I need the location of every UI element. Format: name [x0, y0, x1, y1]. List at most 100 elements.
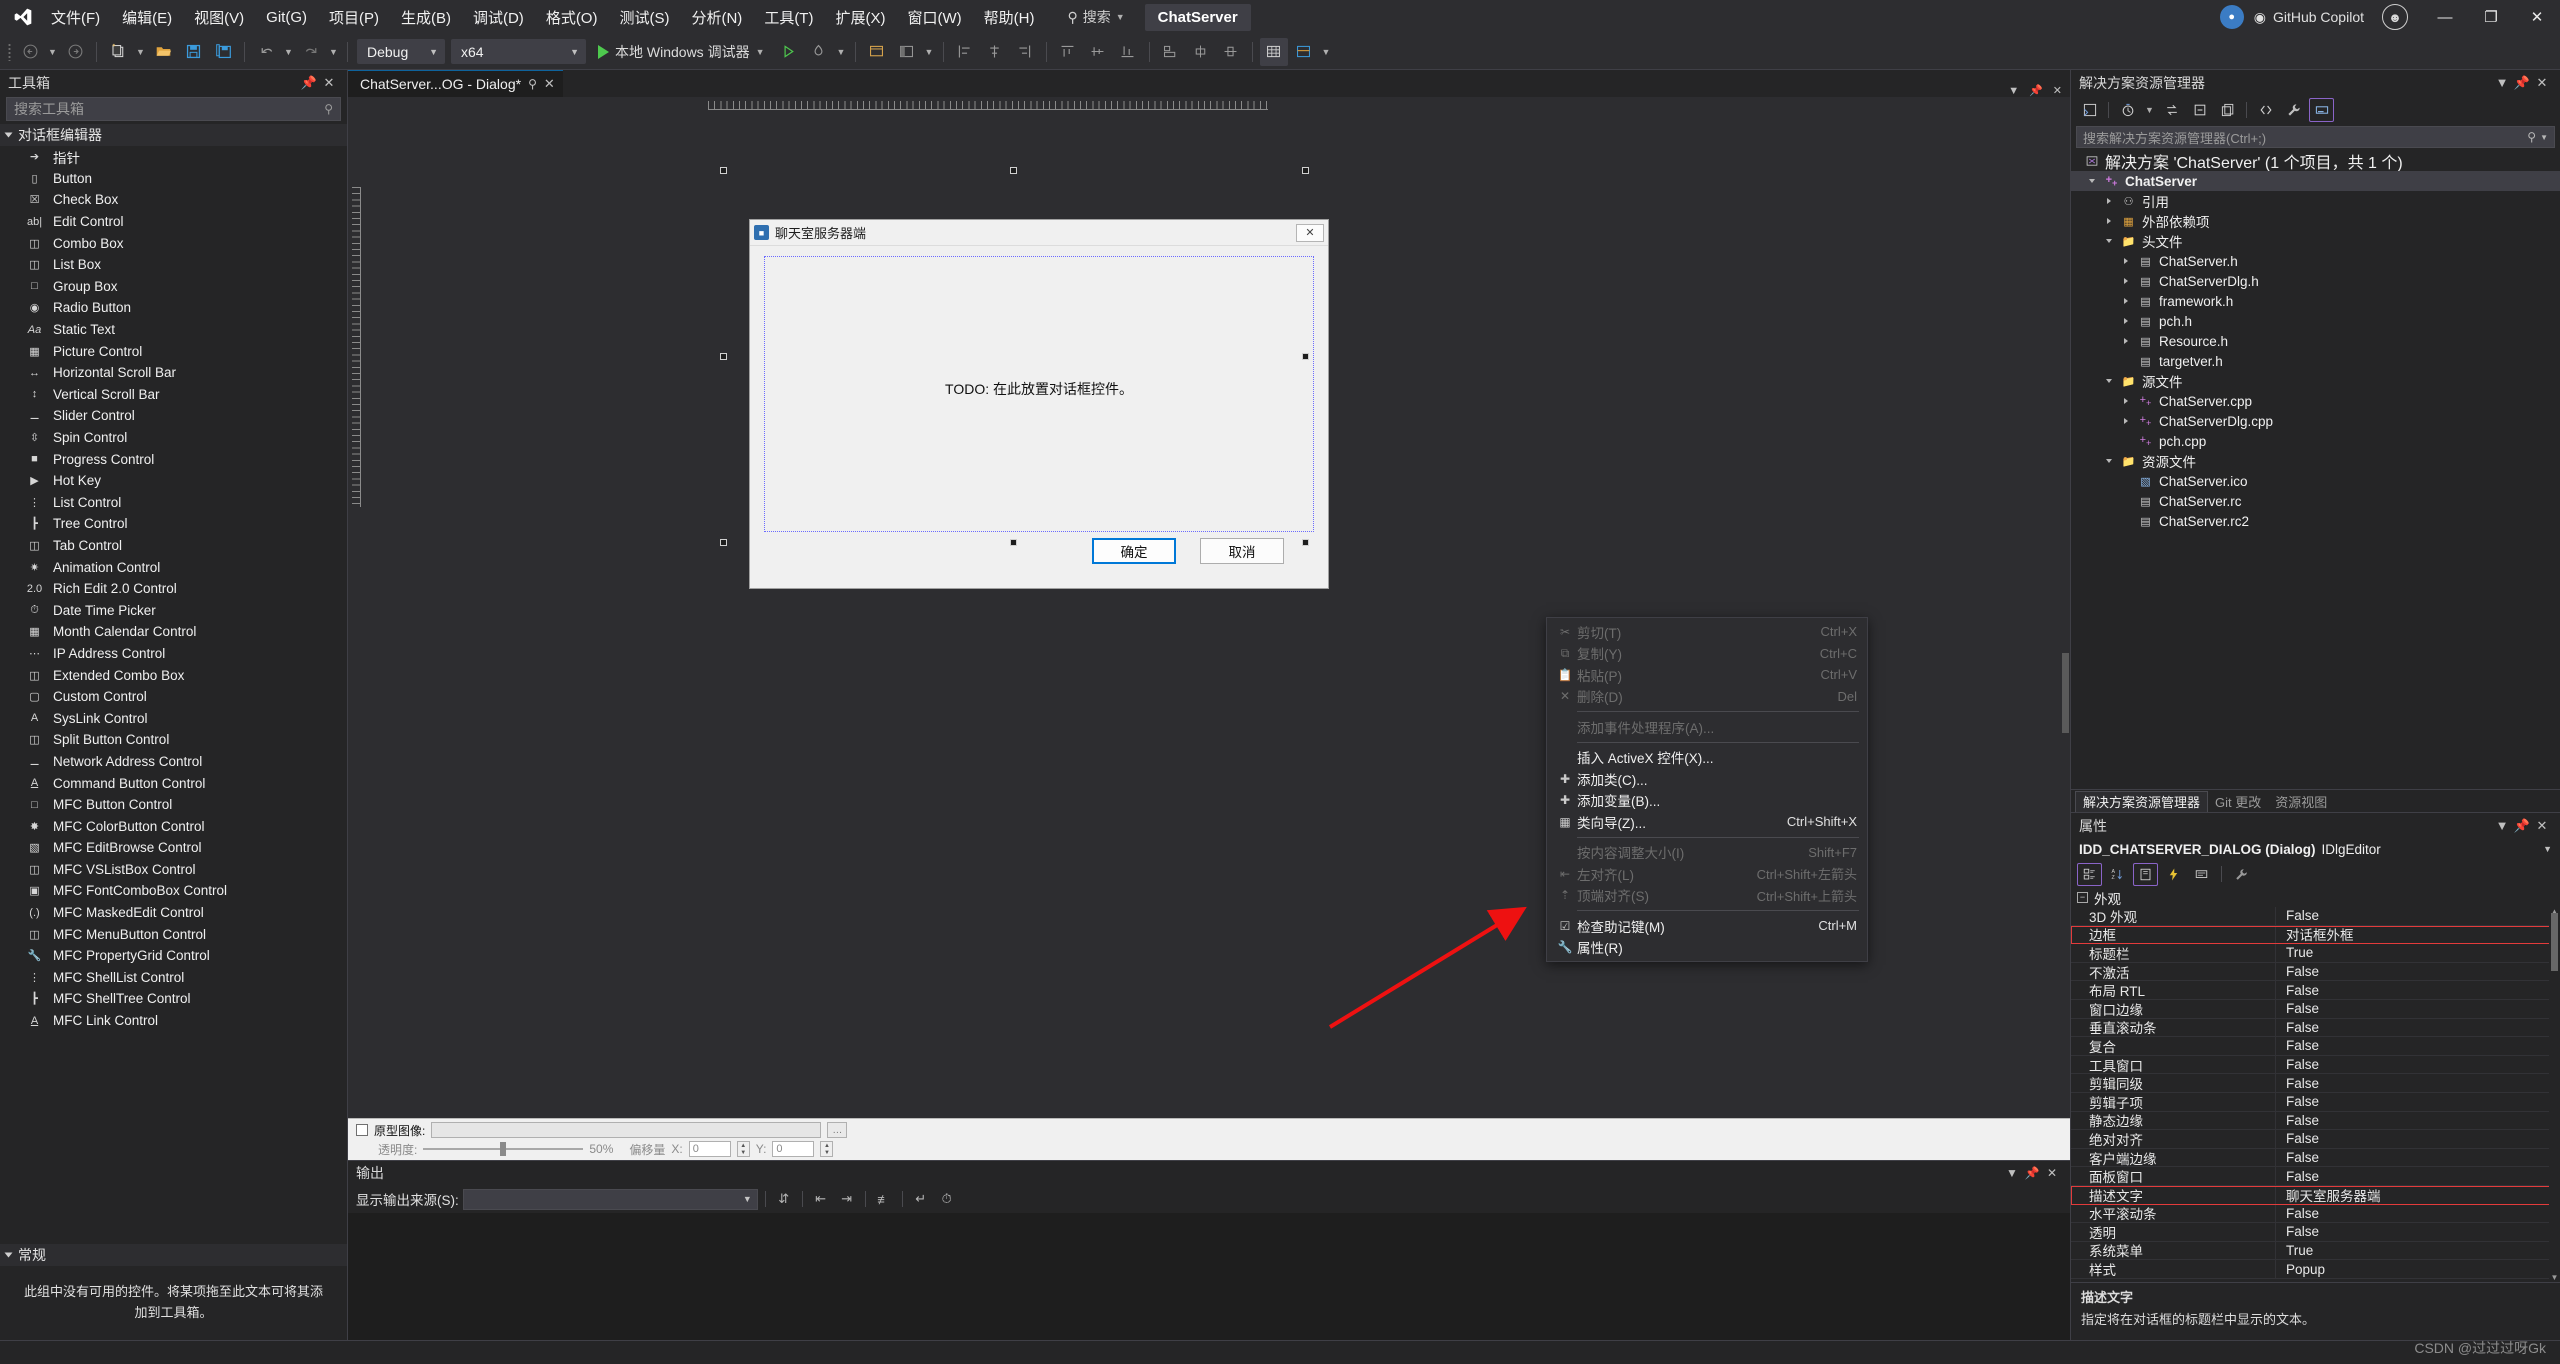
- maximize-button[interactable]: ❐: [2468, 0, 2514, 34]
- properties-object-selector[interactable]: IDD_CHATSERVER_DIALOG (Dialog) IDlgEdito…: [2071, 838, 2560, 860]
- outdent-icon[interactable]: ⇤: [810, 1188, 832, 1210]
- property-value[interactable]: False: [2276, 983, 2560, 998]
- property-value[interactable]: False: [2276, 1131, 2560, 1146]
- property-value[interactable]: False: [2276, 1094, 2560, 1109]
- resize-handle-e[interactable]: [1302, 353, 1309, 360]
- property-value[interactable]: False: [2276, 1150, 2560, 1165]
- mfc-dialog-close-button[interactable]: ✕: [1296, 223, 1324, 242]
- property-row[interactable]: 不激活 False: [2071, 961, 2560, 982]
- chevron-down-icon[interactable]: ▼: [2492, 73, 2512, 93]
- new-project-chevron-icon[interactable]: ▼: [134, 39, 147, 65]
- chevron-down-icon[interactable]: ▼: [2492, 816, 2512, 836]
- solution-tree-item[interactable]: ▤ pch.h: [2071, 311, 2560, 331]
- toolbox-item[interactable]: ☒ Check Box: [0, 189, 347, 211]
- show-all-files-icon[interactable]: [2215, 98, 2240, 122]
- property-row[interactable]: 系统菜单 True: [2071, 1240, 2560, 1261]
- solution-explorer-search-input[interactable]: 搜索解决方案资源管理器(Ctrl+;) ⚲ ▼: [2076, 126, 2555, 148]
- close-icon[interactable]: ✕: [544, 76, 555, 92]
- context-menu-item[interactable]: ✚ 添加变量(B)...: [1547, 790, 1867, 812]
- toolbox-item[interactable]: A SysLink Control: [0, 707, 347, 729]
- toolbox-item[interactable]: ┣ Tree Control: [0, 513, 347, 535]
- dock-tab[interactable]: 资源视图: [2268, 791, 2334, 812]
- sync-with-active-document-icon[interactable]: [2159, 98, 2184, 122]
- property-value[interactable]: False: [2276, 1206, 2560, 1221]
- solution-tree-item[interactable]: ▤ ChatServerDlg.h: [2071, 271, 2560, 291]
- tabstrip-close-icon[interactable]: ✕: [2053, 84, 2062, 97]
- context-menu-item[interactable]: ▦ 类向导(Z)... Ctrl+Shift+X: [1547, 811, 1867, 833]
- properties-category-appearance[interactable]: − 外观: [2071, 888, 2560, 907]
- toolbox-item[interactable]: ▦ Month Calendar Control: [0, 621, 347, 643]
- menu-help[interactable]: 帮助(H): [973, 2, 1046, 33]
- property-value[interactable]: False: [2276, 1113, 2560, 1128]
- align-middles-icon[interactable]: [1084, 38, 1112, 66]
- offset-y-spinner[interactable]: ▲ ▼: [820, 1141, 834, 1157]
- select-window-icon[interactable]: [863, 38, 891, 66]
- align-centers-icon[interactable]: [981, 38, 1009, 66]
- close-icon[interactable]: ✕: [2532, 73, 2552, 93]
- toolbox-item[interactable]: ↔ Horizontal Scroll Bar: [0, 362, 347, 384]
- close-icon[interactable]: ✕: [2532, 816, 2552, 836]
- solution-platform-dropdown[interactable]: x64 ▼: [451, 39, 586, 64]
- toolbox-item[interactable]: A MFC Link Control: [0, 1010, 347, 1032]
- chevron-expand-icon[interactable]: [2119, 258, 2132, 264]
- pending-changes-chevron-icon[interactable]: ▼: [2143, 97, 2156, 123]
- toolbox-item[interactable]: ↕ Vertical Scroll Bar: [0, 384, 347, 406]
- menu-edit[interactable]: 编辑(E): [111, 2, 183, 33]
- property-row[interactable]: 面板窗口 False: [2071, 1166, 2560, 1187]
- undo-icon[interactable]: [252, 38, 280, 66]
- mfc-ok-button[interactable]: 确定: [1092, 538, 1176, 564]
- context-menu-item[interactable]: 插入 ActiveX 控件(X)...: [1547, 747, 1867, 769]
- toolbox-item[interactable]: A Command Button Control: [0, 772, 347, 794]
- property-row[interactable]: 绝对对齐 False: [2071, 1128, 2560, 1149]
- property-value[interactable]: False: [2276, 1001, 2560, 1016]
- dock-tab[interactable]: 解决方案资源管理器: [2075, 790, 2209, 812]
- menu-extensions[interactable]: 扩展(X): [824, 2, 896, 33]
- solution-tree-item[interactable]: ++ pch.cpp: [2071, 431, 2560, 451]
- property-row[interactable]: 剪辑子项 False: [2071, 1091, 2560, 1112]
- output-text-area[interactable]: [348, 1213, 2070, 1340]
- resize-handle-n[interactable]: [1010, 167, 1017, 174]
- history-icon[interactable]: ⏱: [936, 1188, 958, 1210]
- chevron-down-icon[interactable]: ▼: [2002, 1163, 2022, 1183]
- center-horizontally-icon[interactable]: [1187, 38, 1215, 66]
- toolbox-item[interactable]: ▦ Picture Control: [0, 340, 347, 362]
- view-code-icon[interactable]: [2253, 98, 2278, 122]
- chevron-down-icon[interactable]: ▼: [2540, 133, 2548, 142]
- resize-handle-w[interactable]: [720, 353, 727, 360]
- properties-wrench-icon[interactable]: [2281, 98, 2306, 122]
- toolbox-item[interactable]: ▧ MFC EditBrowse Control: [0, 837, 347, 859]
- solution-root-row[interactable]: 解决方案 'ChatServer' (1 个项目，共 1 个): [2071, 151, 2560, 172]
- solution-tree-item[interactable]: ++ ChatServerDlg.cpp: [2071, 411, 2560, 431]
- designer-context-menu[interactable]: ✂ 剪切(T) Ctrl+X ⧉ 复制(Y) Ctrl+C 📋 粘贴(P) Ctrl+V ✕ 删除(…: [1546, 617, 1868, 962]
- alphabetical-icon[interactable]: AZ: [2105, 863, 2130, 886]
- menu-file[interactable]: 文件(F): [40, 2, 111, 33]
- tabstrip-pin-icon[interactable]: 📌: [2029, 84, 2043, 97]
- toolbox-item[interactable]: ◫ Split Button Control: [0, 729, 347, 751]
- collapse-all-icon[interactable]: [2187, 98, 2212, 122]
- menu-view[interactable]: 视图(V): [183, 2, 255, 33]
- solution-tree-item[interactable]: ▧ ChatServer.ico: [2071, 471, 2560, 491]
- toolbox-item[interactable]: ◉ Radio Button: [0, 297, 347, 319]
- solution-tree-item[interactable]: 📁 资源文件: [2071, 451, 2560, 471]
- word-wrap-icon[interactable]: ↵: [910, 1188, 932, 1210]
- make-same-width-icon[interactable]: [1157, 38, 1185, 66]
- context-menu-item[interactable]: ☑ 检查助记键(M) Ctrl+M: [1547, 915, 1867, 937]
- toolbox-item[interactable]: Aa Static Text: [0, 319, 347, 341]
- menu-debug[interactable]: 调试(D): [462, 2, 535, 33]
- tab-list-chevron-icon[interactable]: ▼: [2008, 85, 2019, 97]
- dock-tab[interactable]: Git 更改: [2208, 791, 2268, 812]
- property-value[interactable]: False: [2276, 1038, 2560, 1053]
- toggle-grid-icon[interactable]: [1259, 37, 1288, 66]
- indent-icon[interactable]: ⇥: [836, 1188, 858, 1210]
- clear-all-icon[interactable]: ≢: [873, 1188, 895, 1210]
- pin-icon[interactable]: 📌: [2022, 1163, 2042, 1183]
- center-vertically-icon[interactable]: [1217, 38, 1245, 66]
- chevron-expand-icon[interactable]: [2119, 418, 2132, 424]
- solution-tree-item[interactable]: ++ ChatServer.cpp: [2071, 391, 2560, 411]
- start-without-debugging-icon[interactable]: [775, 38, 803, 66]
- toolbox-item[interactable]: ◫ Extended Combo Box: [0, 664, 347, 686]
- designer-vertical-scrollbar[interactable]: [2061, 113, 2070, 1118]
- menu-build[interactable]: 生成(B): [390, 2, 462, 33]
- chevron-expand-icon[interactable]: [2102, 198, 2115, 204]
- property-row[interactable]: 描述文字 聊天室服务器端: [2071, 1184, 2560, 1205]
